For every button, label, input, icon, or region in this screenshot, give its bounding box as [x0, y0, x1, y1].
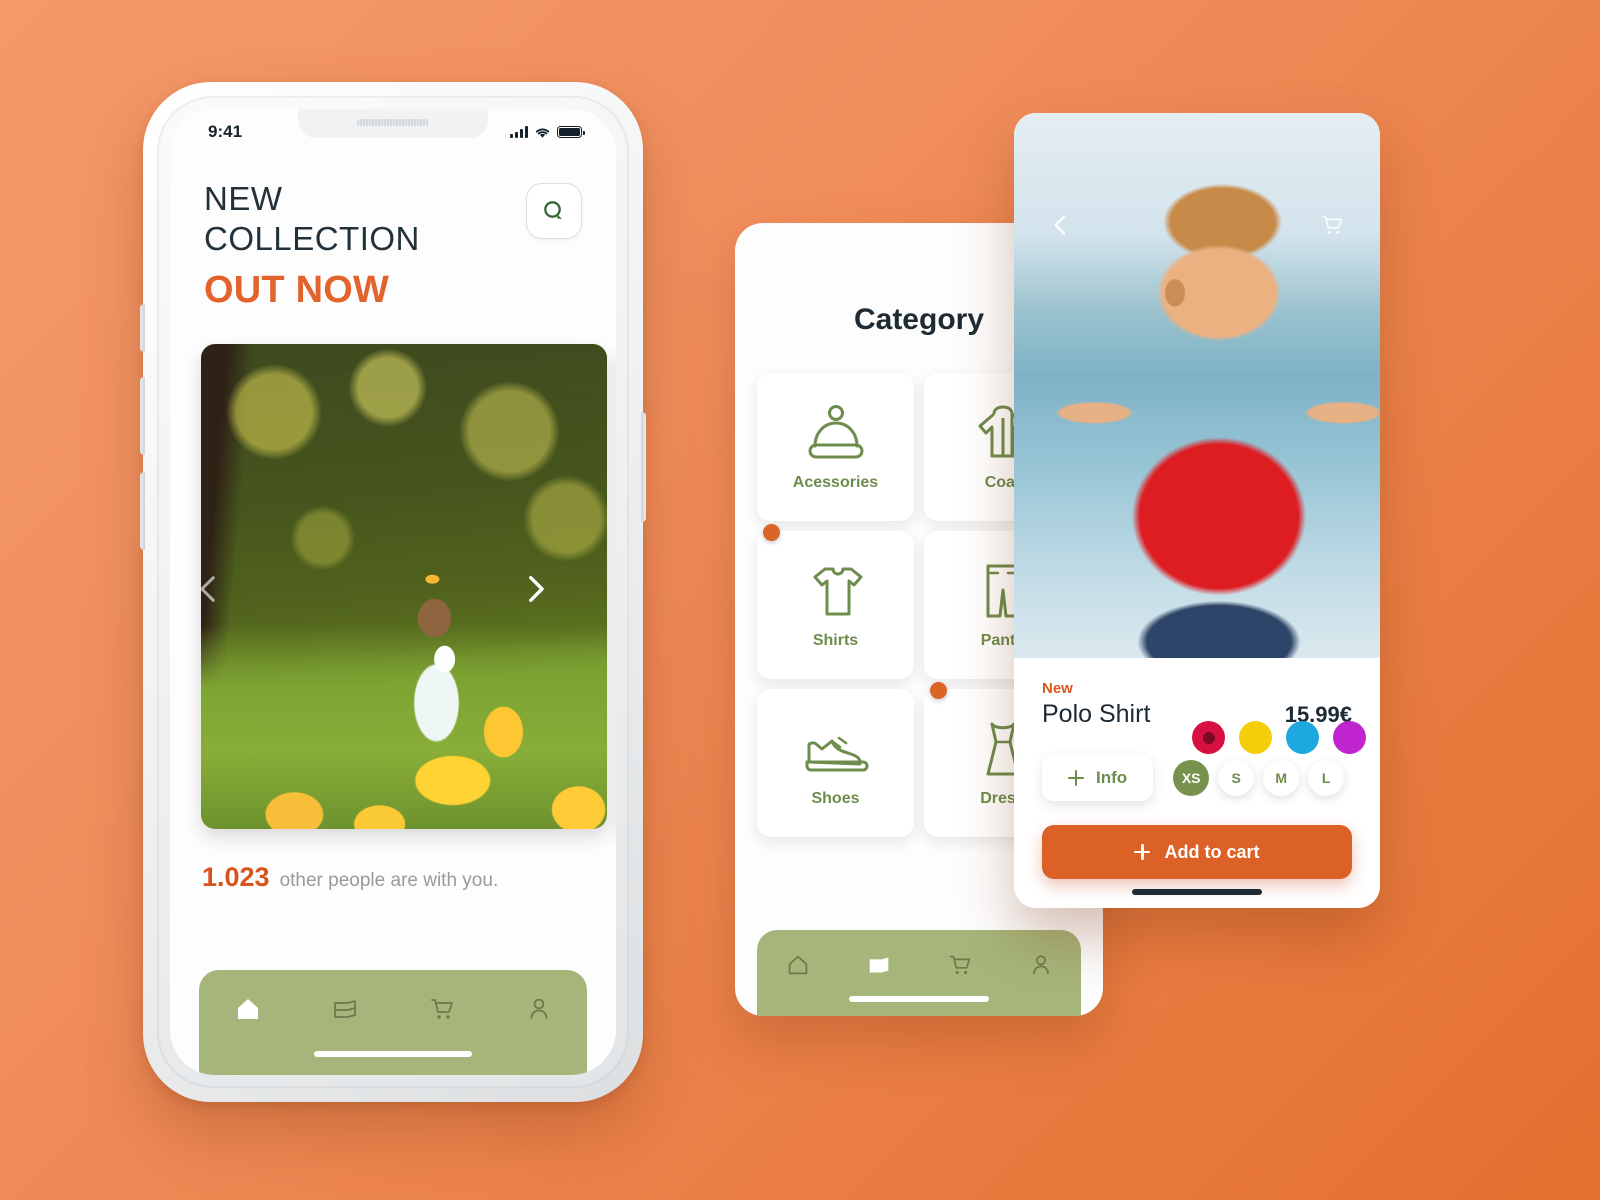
product-new-badge: New	[1042, 680, 1073, 697]
stack-icon	[869, 957, 888, 973]
size-option-l[interactable]: L	[1308, 760, 1345, 796]
nav-item-home[interactable]	[776, 944, 820, 986]
nav-item-profile[interactable]	[517, 988, 561, 1030]
new-badge-dot	[930, 682, 947, 699]
status-icons	[510, 126, 585, 139]
nav-item-category[interactable]	[857, 944, 901, 986]
nav-item-category[interactable]	[323, 988, 367, 1030]
phone-screen-product: New Polo Shirt 15.99€ Info XS S M L Add …	[1014, 113, 1380, 908]
home-indicator	[314, 1051, 472, 1057]
sneaker-icon	[805, 736, 868, 772]
bottom-navigation	[199, 970, 587, 1075]
category-label: Shoes	[811, 790, 860, 807]
back-button[interactable]	[1048, 212, 1074, 238]
cart-button[interactable]	[1318, 211, 1346, 239]
promo-carousel[interactable]	[170, 343, 616, 834]
category-card-accessories[interactable]: Acessories	[757, 373, 914, 521]
nav-item-home[interactable]	[226, 988, 270, 1030]
size-option-s[interactable]: S	[1218, 760, 1255, 796]
info-button-label: Info	[1096, 768, 1128, 787]
size-selector: XS S M L	[1173, 760, 1345, 796]
category-card-shoes[interactable]: Shoes	[757, 689, 914, 837]
bottom-navigation	[757, 930, 1081, 1016]
search-button[interactable]	[526, 183, 582, 239]
carousel-prev-button[interactable]	[192, 572, 226, 606]
person-icon	[530, 998, 547, 1019]
status-time: 9:41	[208, 122, 243, 141]
nav-item-cart[interactable]	[420, 988, 464, 1030]
color-swatch-crimson[interactable]	[1192, 721, 1225, 754]
phone-bezel: 9:41 NEW COLLECTION OUT NOW 1.023 other …	[157, 96, 629, 1088]
title-line-3: OUT NOW	[204, 269, 390, 312]
size-option-m[interactable]: M	[1263, 760, 1300, 796]
product-image-boy-red-polo	[1014, 113, 1380, 658]
wifi-icon	[535, 127, 550, 138]
product-top-bar	[1014, 205, 1380, 245]
phone-mockup-home: 9:41 NEW COLLECTION OUT NOW 1.023 other …	[140, 82, 646, 1102]
home-icon	[237, 999, 258, 1019]
nav-item-cart[interactable]	[938, 944, 982, 986]
silent-switch-button[interactable]	[140, 304, 145, 352]
volume-up-button[interactable]	[140, 377, 145, 455]
cart-icon	[949, 955, 970, 975]
page-title: NEW COLLECTION OUT NOW	[204, 179, 420, 314]
home-indicator	[1132, 889, 1262, 895]
carousel-next-button[interactable]	[518, 572, 552, 606]
title-line-1: NEW	[204, 180, 283, 217]
color-swatch-yellow[interactable]	[1239, 721, 1272, 754]
live-count-number: 1.023	[202, 861, 270, 892]
battery-icon	[557, 126, 585, 138]
product-options-row: Info XS S M L	[1042, 755, 1352, 801]
product-details-sheet: New Polo Shirt 15.99€ Info XS S M L Add …	[1014, 658, 1380, 908]
home-indicator	[849, 996, 989, 1002]
cart-icon	[430, 999, 453, 1019]
stack-icon	[333, 1000, 356, 1018]
beanie-hat-icon	[808, 405, 863, 459]
add-to-cart-button[interactable]: Add to cart	[1042, 825, 1352, 879]
color-swatch-cyan[interactable]	[1286, 721, 1319, 754]
plus-icon	[1134, 844, 1151, 860]
volume-down-button[interactable]	[140, 472, 145, 550]
category-label: Acessories	[792, 474, 879, 491]
live-visitor-count: 1.023 other people are with you.	[170, 834, 616, 893]
add-to-cart-label: Add to cart	[1164, 841, 1260, 862]
color-swatches	[1192, 721, 1366, 754]
nav-item-profile[interactable]	[1019, 944, 1063, 986]
plus-icon	[1068, 770, 1084, 786]
home-screen: 9:41 NEW COLLECTION OUT NOW 1.023 other …	[170, 109, 616, 1075]
tshirt-icon	[813, 567, 862, 616]
person-icon	[1032, 955, 1049, 975]
notch	[298, 109, 488, 138]
search-icon	[544, 201, 562, 219]
speaker-grille	[357, 119, 429, 126]
info-button[interactable]: Info	[1042, 755, 1154, 801]
color-swatch-magenta[interactable]	[1333, 721, 1366, 754]
product-name: Polo Shirt	[1042, 700, 1151, 728]
category-card-shirts[interactable]: Shirts	[757, 524, 914, 679]
signal-bars-icon	[510, 126, 528, 138]
title-line-2: COLLECTION	[204, 219, 420, 257]
live-count-text: other people are with you.	[279, 869, 499, 891]
new-badge-dot	[763, 524, 780, 541]
category-label: Shirts	[812, 632, 859, 649]
power-button[interactable]	[641, 412, 646, 522]
size-option-xs[interactable]: XS	[1173, 760, 1210, 796]
home-icon	[788, 955, 807, 975]
